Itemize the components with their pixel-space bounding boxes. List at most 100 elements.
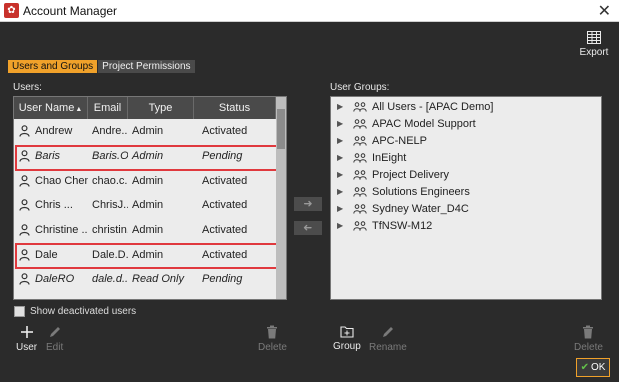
export-label: Export <box>579 47 609 58</box>
group-tree-item[interactable]: ▶ Sydney Water_D4C <box>331 200 601 217</box>
add-group-button[interactable]: Group <box>333 325 361 352</box>
plus-icon <box>20 326 33 338</box>
group-tree-item[interactable]: ▶ APAC Model Support <box>331 115 601 132</box>
group-label: TfNSW-M12 <box>372 219 433 232</box>
user-name-cell: Andrew <box>14 125 88 137</box>
user-icon <box>19 273 30 286</box>
group-label: Sydney Water_D4C <box>372 202 469 215</box>
column-header-status[interactable]: Status <box>194 97 276 119</box>
table-row[interactable]: Dale Dale.D... Admin Activated <box>14 242 286 270</box>
add-to-group-button[interactable]: ➜ <box>294 197 322 211</box>
users-scrollbar[interactable] <box>276 97 286 299</box>
delete-group-button[interactable]: Delete <box>574 325 603 353</box>
email-cell: ChrisJ... <box>92 199 128 212</box>
export-button[interactable]: Export <box>578 31 610 58</box>
arrow-right-icon: ➜ <box>303 198 313 210</box>
user-icon <box>19 248 30 261</box>
user-group-icon <box>353 152 367 163</box>
user-group-icon <box>353 220 367 231</box>
expand-chevron-icon[interactable]: ▶ <box>337 187 347 196</box>
expand-chevron-icon[interactable]: ▶ <box>337 119 347 128</box>
table-row[interactable]: Andrew Andre... Admin Activated <box>14 119 286 144</box>
add-user-button[interactable]: User <box>16 325 37 353</box>
user-icon <box>19 199 30 212</box>
folder-plus-icon <box>340 326 354 338</box>
trash-icon <box>267 325 278 339</box>
table-row[interactable]: Chris ... ChrisJ... Admin Activated <box>14 193 286 218</box>
user-name-cell: Dale <box>14 249 88 261</box>
user-group-icon <box>353 118 367 129</box>
expand-chevron-icon[interactable]: ▶ <box>337 153 347 162</box>
group-tree-item[interactable]: ▶ TfNSW-M12 <box>331 217 601 234</box>
table-row[interactable]: Baris Baris.O... Admin Pending <box>14 144 286 171</box>
account-manager-logo-icon: ✿ <box>4 3 19 18</box>
show-deactivated-checkbox[interactable] <box>14 306 25 317</box>
user-icon <box>19 125 30 138</box>
edit-user-button[interactable]: Edit <box>46 325 63 353</box>
status-cell: Activated <box>202 248 248 261</box>
user-group-icon <box>353 101 367 112</box>
column-header-user-name[interactable]: User Name▲ <box>14 97 88 119</box>
group-tree-item[interactable]: ▶ Solutions Engineers <box>331 183 601 200</box>
column-header-type[interactable]: Type <box>128 97 194 119</box>
group-tree-item[interactable]: ▶ Project Delivery <box>331 166 601 183</box>
close-icon[interactable]: ✕ <box>598 1 611 21</box>
show-deactivated-label: Show deactivated users <box>30 306 137 317</box>
user-name-cell: Chris ... <box>14 199 88 211</box>
user-group-icon <box>353 203 367 214</box>
status-cell: Activated <box>202 174 248 187</box>
group-label: InEight <box>372 151 407 164</box>
scrollbar-thumb[interactable] <box>277 109 285 149</box>
type-cell: Read Only <box>132 273 184 286</box>
status-cell: Activated <box>202 125 248 138</box>
status-cell: Activated <box>202 224 248 237</box>
user-icon <box>19 150 30 162</box>
table-row[interactable]: Christine ... christin... Admin Activated <box>14 218 286 243</box>
users-table: User Name▲ Email Type Status Andrew Andre… <box>13 96 287 300</box>
sort-ascending-icon: ▲ <box>75 106 83 113</box>
group-label: Project Delivery <box>372 168 450 181</box>
show-deactivated-toggle[interactable]: Show deactivated users <box>14 306 136 317</box>
rename-group-button[interactable]: Rename <box>369 325 407 353</box>
email-cell: christin... <box>92 224 128 237</box>
group-tree-item[interactable]: ▶ InEight <box>331 149 601 166</box>
column-header-email[interactable]: Email <box>88 97 128 119</box>
pencil-icon <box>49 327 60 337</box>
remove-from-group-button[interactable]: ➜ <box>294 221 322 235</box>
users-section-label: Users: <box>13 82 42 93</box>
status-cell: Pending <box>202 273 243 286</box>
type-cell: Admin <box>132 224 164 237</box>
pencil-icon <box>382 327 393 337</box>
expand-chevron-icon[interactable]: ▶ <box>337 102 347 111</box>
table-grid-icon <box>587 31 601 44</box>
group-label: APC-NELP <box>372 134 428 147</box>
email-cell: dale.d... <box>92 273 128 286</box>
expand-chevron-icon[interactable]: ▶ <box>337 204 347 213</box>
user-icon <box>19 174 30 187</box>
ok-button[interactable]: ✔ OK <box>576 358 610 377</box>
email-cell: Baris.O... <box>92 150 128 163</box>
expand-chevron-icon[interactable]: ▶ <box>337 170 347 179</box>
users-table-body: Andrew Andre... Admin Activated Baris Baris.O… <box>14 119 286 292</box>
group-label: All Users - [APAC Demo] <box>372 100 494 113</box>
tab-bar: Users and Groups Project Permissions <box>8 60 195 73</box>
email-cell: Dale.D... <box>92 248 128 261</box>
table-row[interactable]: Chao Chen chao.c... Admin Activated <box>14 168 286 193</box>
delete-user-button[interactable]: Delete <box>258 325 287 353</box>
user-group-icon <box>353 169 367 180</box>
type-cell: Admin <box>132 248 164 261</box>
title-bar: ✿ Account Manager ✕ <box>0 0 619 22</box>
group-tree-item[interactable]: ▶ APC-NELP <box>331 132 601 149</box>
expand-chevron-icon[interactable]: ▶ <box>337 136 347 145</box>
tab-users-and-groups[interactable]: Users and Groups <box>8 60 98 73</box>
table-row[interactable]: DaleRO dale.d... Read Only Pending <box>14 267 286 292</box>
user-groups-list: ▶ All Users - [APAC Demo] ▶ APAC Model Supp… <box>331 97 601 234</box>
window-title: Account Manager <box>23 4 118 18</box>
group-tree-item[interactable]: ▶ All Users - [APAC Demo] <box>331 98 601 115</box>
user-name-cell: Christine ... <box>14 224 88 236</box>
checkmark-icon: ✔ <box>580 362 589 373</box>
expand-chevron-icon[interactable]: ▶ <box>337 221 347 230</box>
user-groups-section-label: User Groups: <box>330 82 390 93</box>
user-groups-tree: ▶ All Users - [APAC Demo] ▶ APAC Model Supp… <box>330 96 602 300</box>
tab-project-permissions[interactable]: Project Permissions <box>98 60 195 73</box>
